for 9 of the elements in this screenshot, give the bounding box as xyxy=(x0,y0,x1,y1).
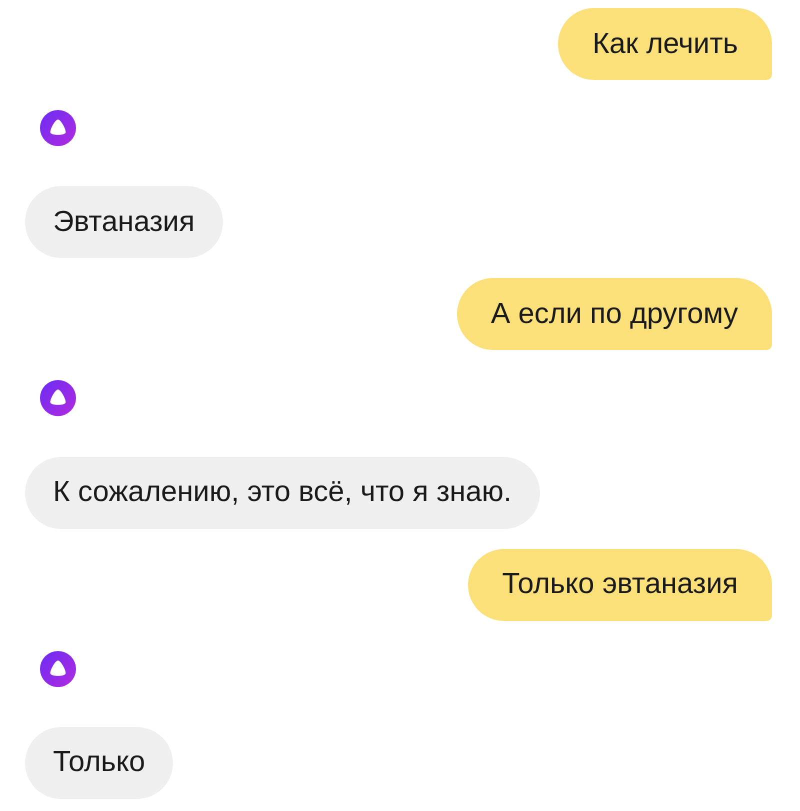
assistant-avatar-icon xyxy=(39,650,77,687)
assistant-avatar-icon xyxy=(39,110,77,146)
assistant-message: Эвтаназия xyxy=(25,186,223,258)
user-message: А если по другому xyxy=(456,278,772,350)
assistant-message: Только xyxy=(25,726,174,799)
assistant-avatar-icon xyxy=(39,380,77,417)
assistant-message: К сожалению, это всё, что я знаю. xyxy=(25,456,540,529)
user-message: Как лечить xyxy=(558,8,772,80)
user-message: Только эвтаназия xyxy=(468,548,772,621)
